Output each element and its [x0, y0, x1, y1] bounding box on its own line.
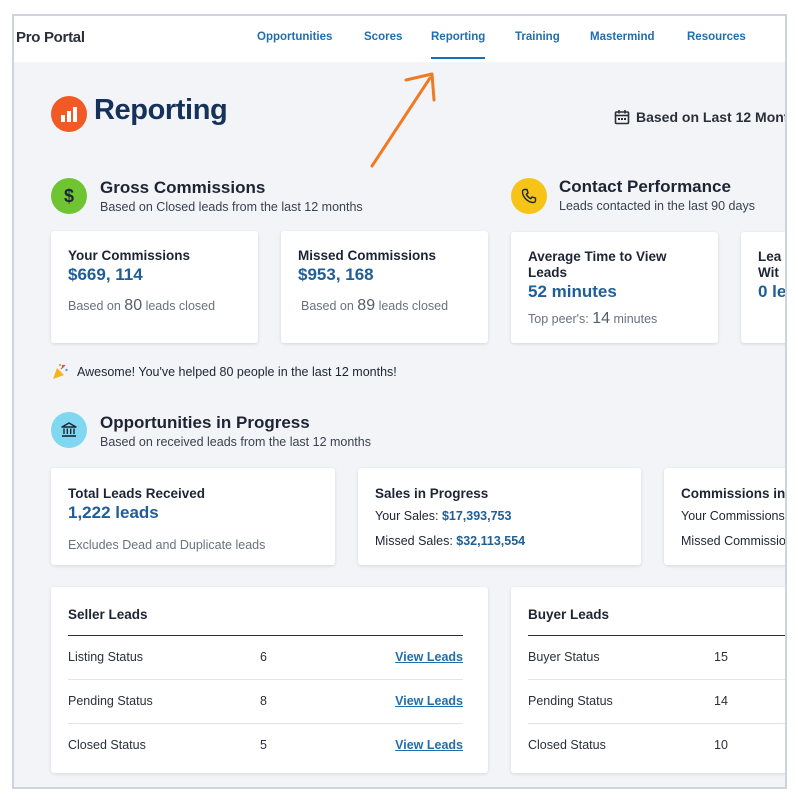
- period-selector[interactable]: Based on Last 12 Mont: [614, 109, 787, 125]
- missed-sales: Missed Sales: $32,113,554: [375, 534, 526, 548]
- top-nav: Pro Portal Opportunities Scores Reportin…: [14, 16, 785, 62]
- card-title: Missed Commissions: [298, 248, 437, 263]
- card-title: Your Commissions: [68, 248, 191, 263]
- view-leads-link[interactable]: View Leads: [395, 738, 463, 752]
- nav-resources[interactable]: Resources: [687, 31, 746, 43]
- row-label: Pending Status: [528, 694, 613, 708]
- card-note: Excludes Dead and Duplicate leads: [68, 538, 266, 552]
- missed-commissions-card: Missed Commissions $953, 168 Based on 89…: [281, 231, 488, 343]
- card-title-line1: Average Time to View: [528, 249, 667, 264]
- card-note: Based on 89 leads closed: [301, 297, 449, 314]
- card-title: Sales in Progress: [375, 486, 489, 501]
- row-label: Closed Status: [528, 738, 606, 752]
- celebration-text: Awesome! You've helped 80 people in the …: [77, 365, 397, 379]
- missed-commissions: Missed Commissio: [681, 534, 786, 548]
- gross-commissions-subtitle: Based on Closed leads from the last 12 m…: [100, 200, 363, 214]
- sales-in-progress-card: Sales in Progress Your Sales: $17,393,75…: [358, 468, 641, 565]
- card-title: Commissions in: [681, 486, 786, 501]
- card-value: 1,222 leads: [68, 503, 159, 522]
- card-title: Total Leads Received: [68, 486, 206, 501]
- card-value: 0 le: [758, 282, 787, 301]
- nav-scores[interactable]: Scores: [364, 31, 402, 43]
- party-popper-icon: [53, 364, 68, 379]
- card-note: Top peer's: 14 minutes: [528, 310, 658, 327]
- table-row: Closed Status 10: [528, 724, 785, 768]
- card-value: $669, 114: [68, 265, 143, 284]
- row-count: 5: [260, 738, 267, 752]
- annotation-arrow-icon: [370, 72, 436, 168]
- row-label: Closed Status: [68, 738, 146, 752]
- your-commissions-card: Your Commissions $669, 114 Based on 80 l…: [51, 231, 258, 343]
- card-value: $953, 168: [298, 265, 374, 284]
- table-row: Listing Status 6 View Leads: [68, 636, 463, 680]
- calendar-icon: [614, 110, 630, 125]
- leads-contacted-card: Lea Wit 0 le: [741, 232, 787, 343]
- contact-performance-subtitle: Leads contacted in the last 90 days: [559, 199, 755, 213]
- opportunities-title: Opportunities in Progress: [100, 413, 310, 432]
- card-note: Based on 80 leads closed: [68, 297, 216, 314]
- contact-performance-title: Contact Performance: [559, 177, 731, 196]
- average-time-card: Average Time to View Leads 52 minutes To…: [511, 232, 718, 343]
- card-title-line1: Lea: [758, 249, 782, 264]
- nav-reporting[interactable]: Reporting: [431, 31, 486, 59]
- row-count: 14: [714, 694, 728, 708]
- row-count: 10: [714, 738, 728, 752]
- row-count: 15: [714, 650, 728, 664]
- card-title-line2: Wit: [758, 265, 779, 280]
- nav-training[interactable]: Training: [515, 31, 560, 43]
- row-count: 6: [260, 650, 267, 664]
- card-value: 52 minutes: [528, 282, 617, 301]
- nav-mastermind[interactable]: Mastermind: [590, 31, 655, 43]
- buyer-leads-title: Buyer Leads: [528, 607, 610, 622]
- commissions-in-progress-card: Commissions in Your Commissions Missed C…: [664, 468, 786, 565]
- seller-leads-card: Seller Leads Listing Status 6 View Leads…: [51, 587, 488, 773]
- celebration-message: Awesome! You've helped 80 people in the …: [51, 363, 397, 381]
- period-label: Based on Last 12 Mont: [636, 109, 787, 125]
- row-label: Pending Status: [68, 694, 153, 708]
- your-commissions: Your Commissions: [681, 509, 785, 523]
- bar-chart-icon: [51, 96, 87, 132]
- table-row: Pending Status 8 View Leads: [68, 680, 463, 724]
- screenshot-frame: Pro Portal Opportunities Scores Reportin…: [12, 14, 787, 789]
- brand-logo[interactable]: Pro Portal: [16, 29, 85, 46]
- table-row: Closed Status 5 View Leads: [68, 724, 463, 768]
- page-title: Reporting: [94, 94, 228, 126]
- card-title-line2: Leads: [528, 265, 568, 280]
- view-leads-link[interactable]: View Leads: [395, 694, 463, 708]
- gross-commissions-title: Gross Commissions: [100, 178, 266, 197]
- table-row: Pending Status 14: [528, 680, 785, 724]
- your-sales: Your Sales: $17,393,753: [375, 509, 512, 523]
- opportunities-subtitle: Based on received leads from the last 12…: [100, 435, 371, 449]
- phone-icon: [511, 178, 547, 214]
- dollar-icon: $: [51, 178, 87, 214]
- seller-leads-title: Seller Leads: [68, 607, 148, 622]
- row-label: Buyer Status: [528, 650, 600, 664]
- row-label: Listing Status: [68, 650, 144, 664]
- total-leads-card: Total Leads Received 1,222 leads Exclude…: [51, 468, 335, 565]
- view-leads-link[interactable]: View Leads: [395, 650, 463, 664]
- row-count: 8: [260, 694, 267, 708]
- nav-opportunities[interactable]: Opportunities: [257, 31, 332, 43]
- buyer-leads-card: Buyer Leads Buyer Status 15 Pending Stat…: [511, 587, 785, 773]
- bank-icon: [51, 412, 87, 448]
- table-row: Buyer Status 15: [528, 636, 785, 680]
